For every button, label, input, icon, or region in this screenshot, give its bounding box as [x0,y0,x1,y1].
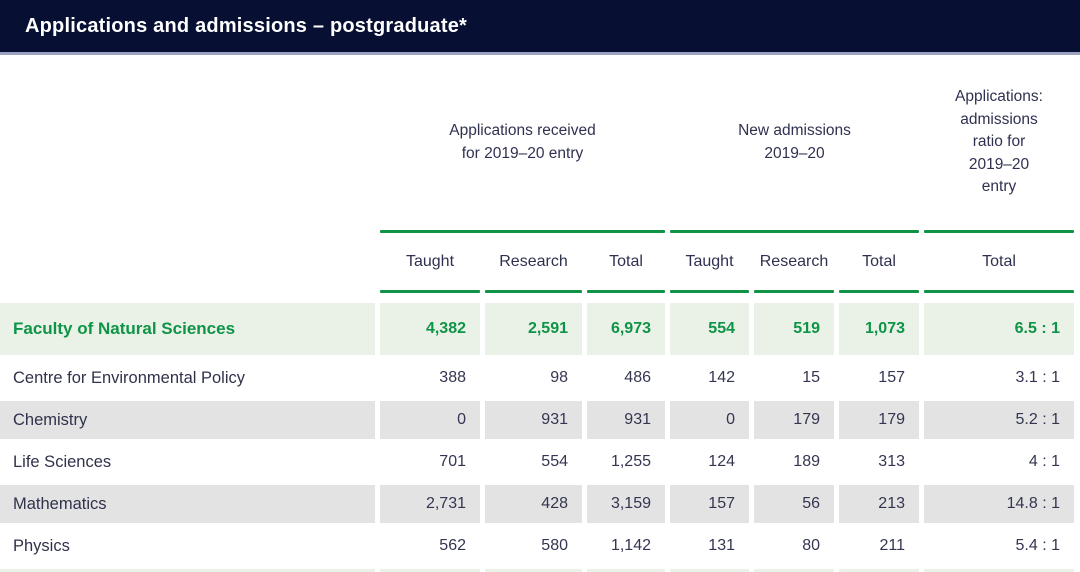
cell-total-applications: 1,142 [587,527,665,565]
column-header-total-applications: Total [587,233,665,290]
column-header-research-applications: Research [485,233,582,290]
column-underline-row [0,290,1074,293]
cell-applications-admissions-ratio: 14.8 : 1 [924,485,1074,523]
green-rule [587,290,665,293]
cell-total-applications: 6,973 [587,303,665,355]
cell-research-admissions: 189 [754,443,834,481]
cell-taught-applications: 562 [380,527,480,565]
cell-taught-admissions: 157 [670,485,749,523]
cell-taught-applications: 4,382 [380,303,480,355]
cell-taught-admissions: 131 [670,527,749,565]
table-row-physics: Physics 562 580 1,142 131 80 211 5.4 : 1 [0,527,1074,565]
column-header-research-admissions: Research [754,233,834,290]
row-label: Centre for Environmental Policy [0,359,375,397]
page-title: Applications and admissions – postgradua… [0,0,1080,52]
green-rule [839,290,919,293]
cell-applications-admissions-ratio: 4 : 1 [924,443,1074,481]
green-rule [380,290,480,293]
green-rule [670,290,749,293]
table-row-mathematics: Mathematics 2,731 428 3,159 157 56 213 1… [0,485,1074,523]
cell-total-admissions: 157 [839,359,919,397]
cell-research-admissions: 15 [754,359,834,397]
column-header-taught-applications: Taught [380,233,480,290]
column-header-total-ratio: Total [924,233,1074,290]
cell-taught-admissions: 124 [670,443,749,481]
cell-taught-applications: 2,731 [380,485,480,523]
cell-total-applications: 1,255 [587,443,665,481]
cell-research-admissions: 179 [754,401,834,439]
cell-total-admissions: 179 [839,401,919,439]
column-header-taught-admissions: Taught [670,233,749,290]
cell-total-applications: 3,159 [587,485,665,523]
green-rule [754,290,834,293]
cell-total-admissions: 213 [839,485,919,523]
column-group-new-admissions: New admissions 2019–20 [670,120,919,165]
table-row-life-sciences: Life Sciences 701 554 1,255 124 189 313 … [0,443,1074,481]
title-bar: Applications and admissions – postgradua… [0,0,1080,55]
column-group-applications-received: Applications received for 2019–20 entry [380,120,665,165]
cell-total-applications: 931 [587,401,665,439]
cell-taught-admissions: 142 [670,359,749,397]
table-row-centre-for-environmental-policy: Centre for Environmental Policy 388 98 4… [0,359,1074,397]
row-label: Mathematics [0,485,375,523]
row-label: Chemistry [0,401,375,439]
cell-total-applications: 486 [587,359,665,397]
cell-taught-applications: 388 [380,359,480,397]
cell-taught-admissions: 554 [670,303,749,355]
column-header-spacer [0,233,375,290]
green-rule [485,290,582,293]
column-header-row: Taught Research Total Taught Research To… [0,233,1074,290]
cell-total-admissions: 313 [839,443,919,481]
cell-research-applications: 931 [485,401,582,439]
cell-applications-admissions-ratio: 5.4 : 1 [924,527,1074,565]
cell-applications-admissions-ratio: 5.2 : 1 [924,401,1074,439]
row-label: Faculty of Natural Sciences [0,303,375,355]
cell-research-applications: 554 [485,443,582,481]
report-page: Applications and admissions – postgradua… [0,0,1080,572]
row-label: Physics [0,527,375,565]
column-group-ratio: Applications: admissions ratio for 2019–… [924,86,1074,198]
cell-research-applications: 428 [485,485,582,523]
green-rule [924,290,1074,293]
column-header-total-admissions: Total [839,233,919,290]
column-group-header-row: Applications received for 2019–20 entry … [0,55,1074,230]
cell-research-applications: 580 [485,527,582,565]
cell-taught-applications: 0 [380,401,480,439]
cell-taught-admissions: 0 [670,401,749,439]
cell-research-applications: 2,591 [485,303,582,355]
cell-research-admissions: 519 [754,303,834,355]
table-row-faculty-of-natural-sciences: Faculty of Natural Sciences 4,382 2,591 … [0,303,1074,355]
table-row-chemistry: Chemistry 0 931 931 0 179 179 5.2 : 1 [0,401,1074,439]
cell-applications-admissions-ratio: 3.1 : 1 [924,359,1074,397]
row-label: Life Sciences [0,443,375,481]
cell-research-admissions: 56 [754,485,834,523]
cell-total-admissions: 211 [839,527,919,565]
cell-applications-admissions-ratio: 6.5 : 1 [924,303,1074,355]
cell-total-admissions: 1,073 [839,303,919,355]
cell-taught-applications: 701 [380,443,480,481]
table-body: Faculty of Natural Sciences 4,382 2,591 … [0,303,1080,572]
cell-research-applications: 98 [485,359,582,397]
cell-research-admissions: 80 [754,527,834,565]
